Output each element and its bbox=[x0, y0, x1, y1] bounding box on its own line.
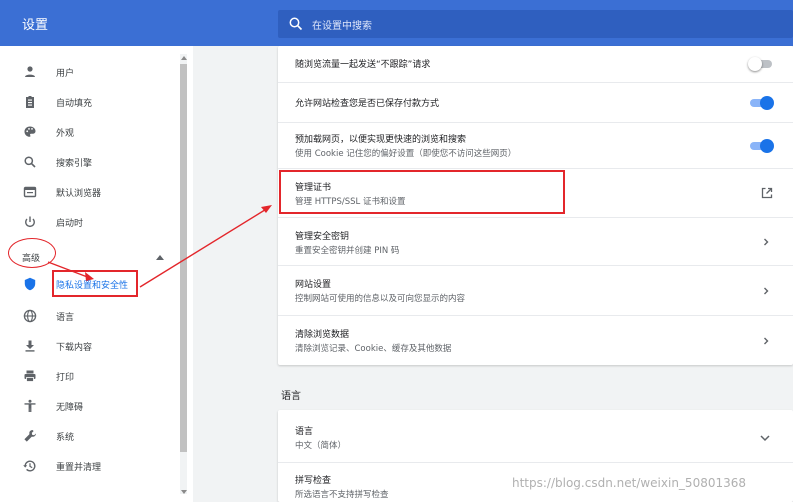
sidebar-item-label: 启动时 bbox=[56, 219, 84, 229]
sidebar-item-printing[interactable]: 打印 bbox=[0, 362, 178, 390]
sidebar-item-user[interactable]: 用户 bbox=[0, 58, 178, 86]
chevron-right-icon bbox=[764, 287, 769, 295]
sidebar-item-accessibility[interactable]: 无障碍 bbox=[0, 392, 178, 420]
language-row[interactable]: 语言 中文（简体） bbox=[278, 410, 793, 462]
sidebar-item-search-engine[interactable]: 搜索引擎 bbox=[0, 148, 178, 176]
do-not-track-row[interactable]: 随浏览流量一起发送“不跟踪”请求 bbox=[278, 46, 793, 82]
shield-icon bbox=[24, 277, 36, 291]
search-icon bbox=[24, 156, 36, 168]
settings-header: 设置 在设置中搜索 bbox=[0, 0, 793, 46]
sidebar-item-system[interactable]: 系统 bbox=[0, 422, 178, 450]
annotation-box-certificates bbox=[279, 170, 565, 214]
person-icon bbox=[25, 66, 35, 77]
wrench-icon bbox=[24, 429, 37, 442]
sidebar-item-autofill[interactable]: 自动填充 bbox=[0, 88, 178, 116]
row-title: 管理安全密钥 bbox=[295, 232, 350, 242]
preload-pages-toggle[interactable] bbox=[748, 139, 774, 153]
sidebar-item-label: 打印 bbox=[56, 373, 75, 383]
row-subtitle: 使用 Cookie 记住您的偏好设置（即使您不访问这些网页） bbox=[295, 149, 517, 159]
open-in-new-icon[interactable] bbox=[760, 186, 774, 200]
row-subtitle: 控制网站可使用的信息以及可向您显示的内容 bbox=[295, 294, 466, 304]
sidebar-item-appearance[interactable]: 外观 bbox=[0, 118, 178, 146]
power-icon bbox=[25, 216, 35, 228]
search-input[interactable]: 在设置中搜索 bbox=[312, 17, 372, 32]
sidebar-item-label: 重置并清理 bbox=[56, 463, 102, 473]
clipboard-icon bbox=[26, 96, 34, 108]
sidebar-item-language[interactable]: 语言 bbox=[0, 302, 178, 330]
site-settings-row[interactable]: 网站设置 控制网站可使用的信息以及可向您显示的内容 bbox=[278, 265, 793, 315]
sidebar-item-label: 用户 bbox=[56, 69, 75, 79]
scroll-up-arrow[interactable] bbox=[181, 56, 187, 60]
language-section-title: 语言 bbox=[281, 391, 301, 402]
payment-methods-toggle[interactable] bbox=[748, 96, 774, 110]
clear-browsing-data-row[interactable]: 清除浏览数据 清除浏览记录、Cookie、缓存及其他数据 bbox=[278, 315, 793, 365]
row-subtitle: 所选语言不支持拼写检查 bbox=[295, 490, 389, 500]
sidebar-item-label: 无障碍 bbox=[56, 403, 84, 413]
chevron-right-icon bbox=[764, 238, 769, 246]
row-title: 随浏览流量一起发送“不跟踪”请求 bbox=[295, 60, 431, 70]
globe-icon bbox=[23, 309, 37, 323]
page-title: 设置 bbox=[22, 18, 49, 33]
manage-security-keys-row[interactable]: 管理安全密钥 重置安全密钥并创建 PIN 码 bbox=[278, 217, 793, 265]
annotation-box-privacy bbox=[52, 270, 138, 297]
palette-icon bbox=[24, 126, 36, 137]
search-icon bbox=[289, 17, 303, 31]
download-icon bbox=[25, 340, 35, 352]
sidebar-item-label: 默认浏览器 bbox=[56, 189, 102, 199]
browser-icon bbox=[23, 186, 37, 198]
scroll-down-arrow[interactable] bbox=[181, 490, 187, 494]
sidebar-item-label: 外观 bbox=[56, 129, 75, 139]
row-title: 清除浏览数据 bbox=[295, 330, 350, 340]
chevron-down-icon[interactable] bbox=[759, 434, 771, 442]
sidebar-item-label: 自动填充 bbox=[56, 99, 93, 109]
sidebar-scrollbar[interactable] bbox=[180, 54, 187, 494]
search-box[interactable]: 在设置中搜索 bbox=[278, 10, 793, 38]
sidebar-item-label: 下载内容 bbox=[56, 343, 93, 353]
sidebar-item-default-browser[interactable]: 默认浏览器 bbox=[0, 178, 178, 206]
chevron-right-icon bbox=[764, 337, 769, 345]
preload-pages-row[interactable]: 预加载网页，以便实现更快速的浏览和搜索 使用 Cookie 记住您的偏好设置（即… bbox=[278, 122, 793, 168]
sidebar-item-reset[interactable]: 重置并清理 bbox=[0, 452, 178, 480]
annotation-circle-advanced bbox=[8, 238, 56, 268]
sidebar-item-downloads[interactable]: 下载内容 bbox=[0, 332, 178, 360]
watermark: https://blog.csdn.net/weixin_50801368 bbox=[512, 476, 747, 490]
restore-icon bbox=[23, 460, 36, 472]
row-title: 语言 bbox=[295, 427, 314, 437]
scroll-thumb[interactable] bbox=[180, 64, 187, 452]
caret-up-icon[interactable] bbox=[156, 254, 164, 260]
row-subtitle: 重置安全密钥并创建 PIN 码 bbox=[295, 246, 400, 256]
row-title: 允许网站检查您是否已保存付款方式 bbox=[295, 99, 440, 109]
sidebar-item-on-startup[interactable]: 启动时 bbox=[0, 208, 178, 236]
do-not-track-toggle[interactable] bbox=[748, 57, 774, 71]
row-subtitle: 清除浏览记录、Cookie、缓存及其他数据 bbox=[295, 344, 452, 354]
payment-methods-row[interactable]: 允许网站检查您是否已保存付款方式 bbox=[278, 82, 793, 122]
accessibility-icon bbox=[24, 399, 36, 412]
sidebar-item-label: 搜索引擎 bbox=[56, 159, 93, 169]
row-title: 网站设置 bbox=[295, 280, 332, 290]
sidebar-item-label: 系统 bbox=[56, 433, 75, 443]
row-title: 拼写检查 bbox=[295, 476, 332, 486]
printer-icon bbox=[24, 370, 36, 382]
row-title: 预加载网页，以便实现更快速的浏览和搜索 bbox=[295, 135, 467, 145]
sidebar-item-label: 语言 bbox=[56, 313, 75, 323]
row-subtitle: 中文（简体） bbox=[295, 441, 347, 451]
